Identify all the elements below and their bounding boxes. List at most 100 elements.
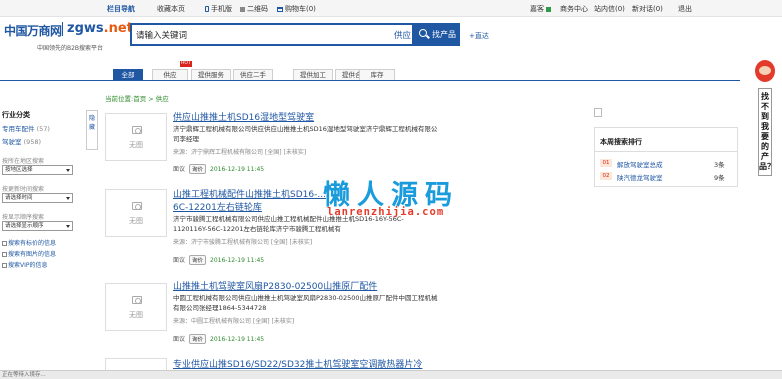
- result-meta: 面议 询价 2016-12-19 11:45: [173, 164, 264, 174]
- nav-menu-link[interactable]: 栏目导航: [107, 4, 135, 14]
- sidebar-item-cab[interactable]: 驾驶室 (958): [2, 136, 41, 146]
- sidebar-item-count: (57): [36, 125, 50, 133]
- direct-link[interactable]: +直达: [469, 31, 489, 41]
- user-name-label: 嘉客: [530, 5, 544, 13]
- broken-image-icon: [594, 108, 602, 117]
- price-label: 面议: [173, 257, 186, 264]
- search-rank-panel: 本周搜索排行 01 解放驾驶室总成 3条 02 陕汽德龙驾驶室 9条: [594, 127, 738, 187]
- search-box[interactable]: 请输入关键词 供应: [130, 23, 460, 46]
- search-type-select[interactable]: 供应: [394, 29, 411, 41]
- result-thumbnail[interactable]: 无图: [105, 283, 167, 331]
- hot-badge: HOT: [180, 61, 192, 67]
- result-title[interactable]: 山推推土机驾驶室风扇P2830-02500山推原厂配件: [173, 279, 377, 292]
- sidebar-item-parts[interactable]: 专用车配件 (57): [2, 123, 50, 133]
- result-description: 济宁鼎辉工程机械有限公司供应供应山推推土机SD16湿地型驾驶室济宁鼎辉工程机械有…: [173, 125, 438, 143]
- result-meta: 面议 询价 2016-12-19 11:45: [173, 255, 264, 265]
- thumbnail-label: 无图: [129, 311, 143, 319]
- result-meta: 面议 询价 2016-12-19 11:45: [173, 334, 264, 344]
- breadcrumb-home[interactable]: 首页: [133, 95, 146, 103]
- thumbnail-label: 无图: [129, 217, 143, 225]
- thumbnail-label: 无图: [129, 141, 143, 149]
- filter-region-label: 按所在地区搜索: [2, 158, 45, 165]
- image-placeholder-icon: [132, 296, 142, 304]
- result-title-line2[interactable]: 6C-12201左右链轮库: [173, 200, 262, 213]
- new-messages-link[interactable]: 新对话(0): [632, 4, 663, 14]
- checkbox[interactable]: [2, 252, 7, 257]
- result-title[interactable]: 专业供应山推SD16/SD22/SD32推土机驾驶室空调散热器片冷: [173, 357, 422, 370]
- messages-link[interactable]: 站内信(0): [594, 4, 625, 14]
- breadcrumb-current: 供应: [155, 95, 169, 103]
- logout-link[interactable]: 退出: [678, 4, 692, 14]
- cart-label: 购物车(0): [285, 5, 316, 13]
- qrcode-label: 二维码: [247, 5, 268, 13]
- search-button[interactable]: 找产品: [412, 23, 460, 46]
- filter-time-select[interactable]: 请选择时间: [2, 193, 73, 203]
- sidebar-title: 行业分类: [2, 111, 30, 119]
- rank-name[interactable]: 陕汽德龙驾驶室: [617, 172, 663, 182]
- inquiry-button[interactable]: 询价: [189, 334, 207, 344]
- inquiry-button[interactable]: 询价: [189, 164, 207, 174]
- result-thumbnail[interactable]: 无图: [105, 113, 167, 161]
- image-placeholder-icon: [132, 126, 142, 134]
- logo-en[interactable]: zgws.net: [67, 21, 133, 36]
- result-source: 来源：中圆工程机械有限公司 [全国] [未核实]: [173, 318, 295, 325]
- filter-order-select[interactable]: 请选择显示顺序: [2, 221, 73, 231]
- image-placeholder-icon: [132, 202, 142, 210]
- check-priced-label: 搜索有标价的信息: [8, 240, 57, 247]
- search-button-label: 找产品: [432, 30, 456, 39]
- user-name[interactable]: 嘉客: [530, 4, 551, 14]
- price-label: 面议: [173, 336, 186, 343]
- check-image[interactable]: 搜索有图片的信息: [2, 249, 56, 258]
- cart-link[interactable]: 购物车(0): [277, 4, 316, 14]
- breadcrumb: 当前位置:首页 > 供应: [105, 93, 169, 103]
- checkbox[interactable]: [2, 263, 7, 268]
- qrcode-icon: [240, 7, 245, 12]
- tabs-divider: [0, 80, 740, 81]
- breadcrumb-sep: >: [146, 95, 156, 103]
- filter-time-label: 按更新时间搜索: [2, 186, 45, 193]
- rank-title: 本周搜索排行: [600, 138, 642, 146]
- result-title[interactable]: 山推工程机械配件山推推土机SD16-...: [173, 187, 326, 200]
- check-vip[interactable]: 搜索VIP的信息: [2, 260, 48, 269]
- checkbox[interactable]: [2, 241, 7, 246]
- status-bar: 正在等待入境存...: [0, 370, 782, 379]
- result-description: 中圆工程机械有限公司供应山推推土机驾驶室风扇P2830-02500山推原厂配件中…: [173, 294, 438, 312]
- help-banner-text: 找不到我要的产品？: [758, 88, 775, 176]
- filter-region-select[interactable]: 按地区选择: [2, 165, 73, 175]
- sidebar-collapse-button[interactable]: 隐藏: [86, 110, 98, 150]
- result-thumbnail[interactable]: 无图: [105, 189, 167, 237]
- result-date: 2016-12-19 11:45: [210, 257, 265, 264]
- watermark-en: lanrenzhijia.com: [327, 206, 445, 218]
- mobile-icon: [205, 6, 209, 12]
- sidebar-item-label: 驾驶室: [2, 138, 22, 146]
- result-date: 2016-12-19 11:45: [210, 166, 265, 173]
- inquiry-button[interactable]: 询价: [189, 255, 207, 265]
- breadcrumb-prefix: 当前位置:: [105, 95, 134, 103]
- logo-cn[interactable]: 中国万商网: [4, 22, 62, 39]
- logo-divider: [62, 22, 63, 36]
- rank-number: 01: [600, 159, 612, 167]
- rank-number: 02: [600, 172, 612, 180]
- rank-count: 9条: [714, 174, 725, 182]
- result-title[interactable]: 供应山推推土机SD16湿地型驾驶室: [173, 110, 314, 123]
- check-priced[interactable]: 搜索有标价的信息: [2, 238, 56, 247]
- top-bar: 栏目导航 收藏本页 手机版 二维码 购物车(0) 嘉客 商务中心 站内信(0) …: [0, 0, 782, 17]
- logo-en-tld: .net: [103, 21, 133, 36]
- result-source: 来源：济宁市骏腾工程机械有限公司 [全国] [未核实]: [173, 239, 313, 246]
- logo-tagline: 中国领先的B2B搜索平台: [37, 45, 104, 52]
- sidebar-item-count: (958): [23, 138, 42, 146]
- price-label: 面议: [173, 166, 186, 173]
- search-input[interactable]: 请输入关键词: [136, 29, 187, 41]
- rank-name[interactable]: 解放驾驶室总成: [617, 159, 663, 169]
- result-source: 来源：济宁鼎辉工程机械有限公司 [全国] [未核实]: [173, 149, 307, 156]
- user-status-icon: [546, 7, 551, 12]
- rank-count: 3条: [714, 161, 725, 169]
- result-date: 2016-12-19 11:45: [210, 336, 265, 343]
- favorite-link[interactable]: 收藏本页: [157, 4, 185, 14]
- qrcode-link[interactable]: 二维码: [240, 4, 268, 14]
- help-banner[interactable]: 找不到我要的产品？: [752, 60, 778, 220]
- biz-center-link[interactable]: 商务中心: [560, 4, 588, 14]
- mobile-link[interactable]: 手机版: [205, 4, 232, 14]
- filter-order-label: 按显示顺序搜索: [2, 214, 45, 221]
- mobile-label: 手机版: [211, 5, 232, 13]
